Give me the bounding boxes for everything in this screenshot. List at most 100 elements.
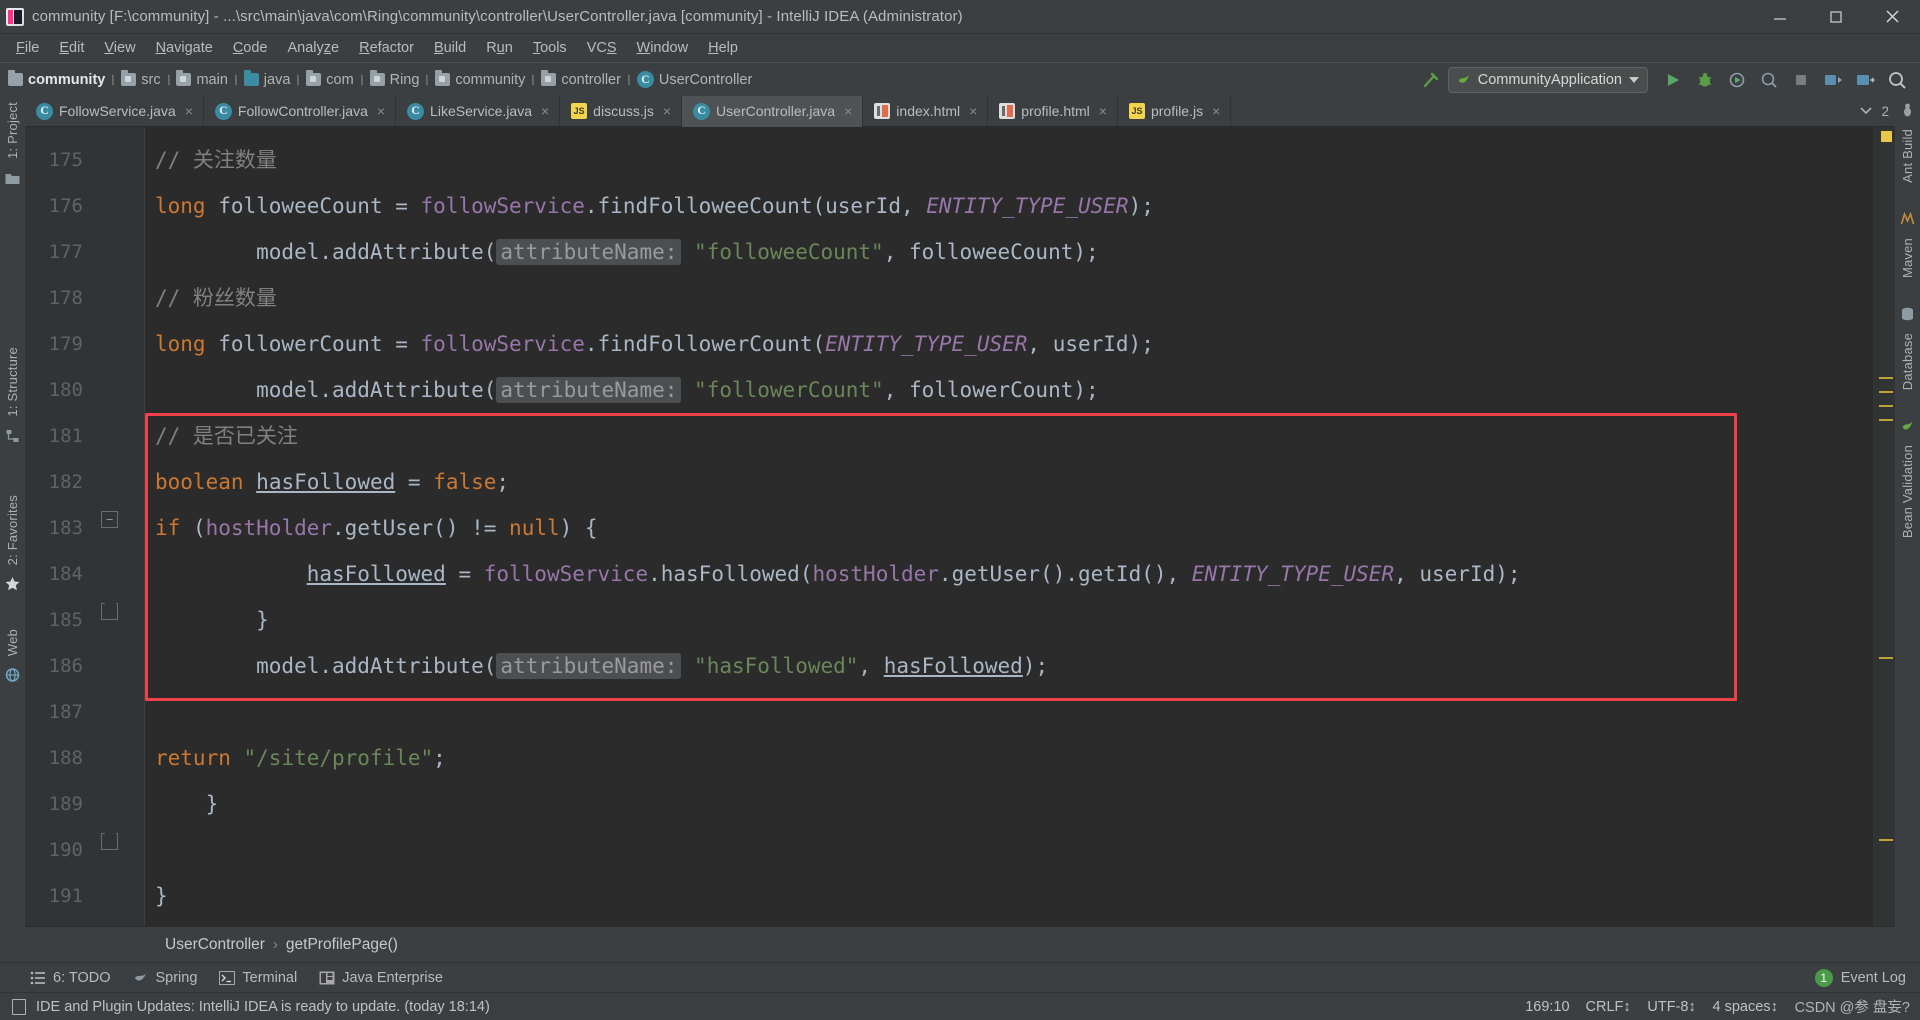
breadcrumb-method[interactable]: getProfilePage() bbox=[286, 936, 398, 954]
breadcrumb-main[interactable]: main bbox=[176, 70, 228, 88]
marker-gutter[interactable] bbox=[1873, 127, 1895, 926]
marker-warning[interactable] bbox=[1879, 657, 1893, 659]
breadcrumb-java[interactable]: java bbox=[243, 70, 290, 88]
profiler-icon[interactable] bbox=[1754, 66, 1784, 94]
breadcrumb-src[interactable]: src bbox=[121, 70, 161, 88]
line-separator[interactable]: CRLF↕ bbox=[1586, 999, 1632, 1015]
breadcrumb-class[interactable]: UserController bbox=[165, 936, 265, 954]
tabs-overflow[interactable]: 2 bbox=[1860, 96, 1895, 126]
marker-warning[interactable] bbox=[1879, 839, 1893, 841]
git-commit-icon[interactable] bbox=[1850, 66, 1880, 94]
close-icon[interactable]: × bbox=[1099, 103, 1107, 119]
sidebar-item-database[interactable]: Database bbox=[1900, 327, 1915, 396]
bean-validation-icon[interactable] bbox=[1899, 418, 1916, 434]
sidebar-item-bean-validation[interactable]: Bean Validation bbox=[1900, 439, 1915, 544]
close-icon[interactable]: × bbox=[185, 103, 193, 119]
marker-warning[interactable] bbox=[1879, 377, 1893, 379]
build-hammer-icon[interactable] bbox=[1416, 66, 1446, 94]
marker-warning[interactable] bbox=[1879, 419, 1893, 421]
event-log-label[interactable]: Event Log bbox=[1841, 970, 1906, 986]
code-text[interactable]: // 关注数量 long followeeCount = followServi… bbox=[145, 127, 1873, 926]
breadcrumb-usercontroller[interactable]: C UserController bbox=[636, 71, 752, 88]
code-text-seg: = bbox=[445, 562, 484, 586]
breadcrumb-controller[interactable]: controller bbox=[541, 70, 621, 88]
git-update-icon[interactable] bbox=[1818, 66, 1848, 94]
menu-file[interactable]: File bbox=[6, 37, 49, 59]
line-number: 190 bbox=[48, 839, 83, 861]
sidebar-item-project[interactable]: 1: Project bbox=[5, 96, 20, 165]
menu-help[interactable]: Help bbox=[698, 37, 748, 59]
tab-usercontroller[interactable]: C UserController.java × bbox=[682, 96, 864, 127]
close-icon[interactable]: × bbox=[969, 103, 977, 119]
fold-toggle-if[interactable]: − bbox=[101, 511, 118, 528]
tab-followservice[interactable]: C FollowService.java × bbox=[25, 96, 204, 126]
run-with-coverage-icon[interactable] bbox=[1722, 66, 1752, 94]
menu-vcs[interactable]: VCS bbox=[577, 37, 627, 59]
caret-position[interactable]: 169:10 bbox=[1525, 999, 1569, 1015]
sidebar-item-maven[interactable]: Maven bbox=[1900, 232, 1915, 284]
tool-window-java-enterprise[interactable]: Java Enterprise bbox=[319, 970, 443, 986]
tab-discuss-js[interactable]: JS discuss.js × bbox=[560, 96, 683, 126]
menu-edit[interactable]: Edit bbox=[49, 37, 94, 59]
menu-navigate[interactable]: Navigate bbox=[146, 37, 223, 59]
web-globe-icon[interactable] bbox=[4, 667, 21, 683]
breadcrumb-community[interactable]: community bbox=[8, 70, 105, 88]
breadcrumb-com[interactable]: com bbox=[306, 70, 354, 88]
menu-view[interactable]: View bbox=[94, 37, 145, 59]
tab-index-html[interactable]: index.html × bbox=[863, 96, 989, 126]
tab-profile-html[interactable]: profile.html × bbox=[988, 96, 1118, 126]
fold-end-marker[interactable] bbox=[101, 603, 118, 620]
close-icon[interactable]: × bbox=[844, 103, 852, 119]
indent-setting[interactable]: 4 spaces↕ bbox=[1713, 999, 1779, 1015]
menu-code[interactable]: Code bbox=[223, 37, 278, 59]
close-icon[interactable] bbox=[1864, 0, 1920, 33]
close-icon[interactable]: × bbox=[1212, 103, 1220, 119]
close-icon[interactable]: × bbox=[377, 103, 385, 119]
tool-window-terminal[interactable]: Terminal bbox=[219, 970, 297, 986]
notification-icon[interactable] bbox=[12, 998, 26, 1015]
breadcrumb-community-pkg[interactable]: community bbox=[435, 70, 525, 88]
run-icon[interactable] bbox=[1658, 66, 1688, 94]
debug-icon[interactable] bbox=[1690, 66, 1720, 94]
marker-warning[interactable] bbox=[1879, 391, 1893, 393]
structure-icon[interactable] bbox=[4, 428, 21, 444]
tab-profile-js[interactable]: JS profile.js × bbox=[1118, 96, 1232, 126]
code-string: "followeeCount" bbox=[694, 240, 884, 264]
tab-likeservice[interactable]: C LikeService.java × bbox=[396, 96, 561, 126]
menu-tools[interactable]: Tools bbox=[523, 37, 577, 59]
tool-window-todo[interactable]: 6: TODO bbox=[30, 970, 110, 986]
code-editor[interactable]: 175 176 177 178 179 180 181 182 183 184 … bbox=[25, 127, 1895, 926]
project-folder-icon[interactable] bbox=[4, 170, 21, 186]
menu-run[interactable]: Run bbox=[476, 37, 523, 59]
close-icon[interactable]: × bbox=[663, 103, 671, 119]
sidebar-item-ant-build[interactable]: Ant Build bbox=[1900, 123, 1915, 189]
ant-icon[interactable] bbox=[1899, 102, 1916, 118]
maximize-icon[interactable] bbox=[1808, 0, 1864, 33]
close-icon[interactable]: × bbox=[541, 103, 549, 119]
search-icon[interactable] bbox=[1882, 66, 1912, 94]
sidebar-item-structure[interactable]: 1: Structure bbox=[5, 341, 20, 423]
run-configuration-selector[interactable]: CommunityApplication bbox=[1447, 66, 1648, 93]
menu-window[interactable]: Window bbox=[627, 37, 699, 59]
maven-icon[interactable] bbox=[1899, 211, 1916, 227]
file-encoding[interactable]: UTF-8↕ bbox=[1647, 999, 1696, 1015]
file-encoding-value: UTF-8 bbox=[1647, 998, 1689, 1015]
sidebar-item-favorites[interactable]: 2: Favorites bbox=[5, 489, 20, 571]
tool-window-spring[interactable]: Spring bbox=[132, 970, 197, 986]
favorites-star-icon[interactable] bbox=[4, 576, 21, 592]
database-icon[interactable] bbox=[1899, 306, 1916, 322]
stop-icon[interactable] bbox=[1786, 66, 1816, 94]
inspection-status-icon[interactable] bbox=[1881, 131, 1892, 142]
marker-warning[interactable] bbox=[1879, 405, 1893, 407]
event-log-section[interactable]: 1 Event Log bbox=[1814, 968, 1920, 987]
minimize-icon[interactable] bbox=[1752, 0, 1808, 33]
fold-toggle-method[interactable] bbox=[101, 833, 118, 850]
status-message[interactable]: IDE and Plugin Updates: IntelliJ IDEA is… bbox=[36, 999, 490, 1015]
tab-followcontroller[interactable]: C FollowController.java × bbox=[204, 96, 397, 126]
sidebar-item-web[interactable]: Web bbox=[5, 623, 20, 662]
menu-analyze[interactable]: Analyze bbox=[278, 37, 350, 59]
chevron-down-icon[interactable] bbox=[1860, 106, 1876, 116]
breadcrumb-ring[interactable]: Ring bbox=[369, 70, 419, 88]
menu-refactor[interactable]: Refactor bbox=[349, 37, 424, 59]
menu-build[interactable]: Build bbox=[424, 37, 476, 59]
